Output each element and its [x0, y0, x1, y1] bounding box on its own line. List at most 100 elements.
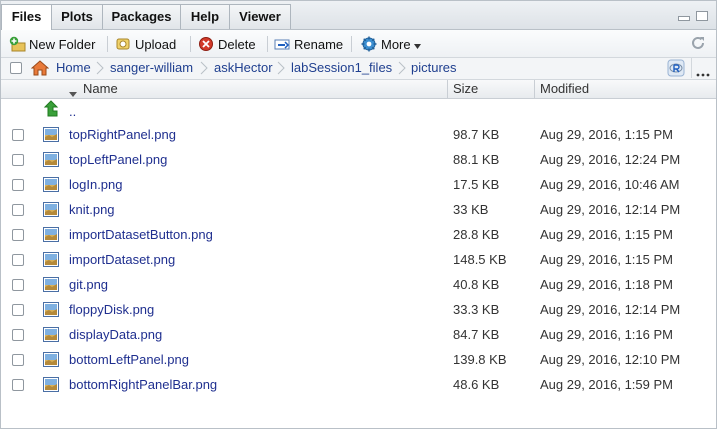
file-row[interactable]: floppyDisk.png 33.3 KB Aug 29, 2016, 12:14… [1, 298, 716, 323]
file-size: 139.8 KB [453, 352, 507, 367]
more-label: More [381, 36, 411, 52]
new-folder-button[interactable]: New Folder [9, 34, 95, 54]
minimize-pane-button[interactable] [678, 16, 690, 21]
breadcrumb-pictures[interactable]: pictures [411, 60, 457, 75]
file-row[interactable]: displayData.png 84.7 KB Aug 29, 2016, 1:16… [1, 323, 716, 348]
file-modified: Aug 29, 2016, 12:14 PM [540, 202, 681, 217]
image-file-icon [43, 127, 59, 142]
file-size: 84.7 KB [453, 327, 500, 342]
file-name-link[interactable]: logIn.png [69, 177, 123, 192]
refresh-icon[interactable] [690, 35, 706, 51]
file-modified: Aug 29, 2016, 1:59 PM [540, 377, 673, 392]
breadcrumb-askhector[interactable]: askHector [214, 60, 273, 75]
tab-packages[interactable]: Packages [102, 4, 181, 29]
column-header-name[interactable]: Name [83, 81, 118, 96]
file-row[interactable]: topLeftPanel.png 88.1 KB Aug 29, 2016, 12:… [1, 148, 716, 173]
file-row[interactable]: bottomLeftPanel.png 139.8 KB Aug 29, 2016,… [1, 348, 716, 373]
tab-help[interactable]: Help [180, 4, 230, 29]
file-checkbox[interactable] [12, 154, 24, 166]
tab-plots[interactable]: Plots [51, 4, 103, 29]
file-name-link[interactable]: importDatasetButton.png [69, 227, 213, 242]
tab-viewer[interactable]: Viewer [229, 4, 291, 29]
r-project-icon[interactable] [667, 59, 685, 80]
parent-directory-row[interactable]: .. [1, 98, 716, 123]
file-size: 28.8 KB [453, 227, 500, 242]
image-file-icon [43, 202, 59, 217]
chevron-down-icon [413, 37, 421, 52]
file-row[interactable]: knit.png 33 KB Aug 29, 2016, 12:14 PM [1, 198, 716, 223]
file-checkbox[interactable] [12, 354, 24, 366]
file-modified: Aug 29, 2016, 1:15 PM [540, 252, 673, 267]
image-file-icon [43, 352, 59, 367]
more-menu-button[interactable]: More [361, 34, 421, 54]
file-name-link[interactable]: knit.png [69, 202, 115, 217]
select-all-checkbox[interactable] [10, 62, 22, 74]
delete-button[interactable]: Delete [198, 34, 256, 54]
file-row[interactable]: git.png 40.8 KB Aug 29, 2016, 1:18 PM [1, 273, 716, 298]
file-checkbox[interactable] [12, 229, 24, 241]
file-row[interactable]: logIn.png 17.5 KB Aug 29, 2016, 10:46 AM [1, 173, 716, 198]
file-size: 33 KB [453, 202, 489, 217]
file-modified: Aug 29, 2016, 12:14 PM [540, 302, 681, 317]
file-checkbox[interactable] [12, 179, 24, 191]
file-size: 17.5 KB [453, 177, 500, 192]
image-file-icon [43, 302, 59, 317]
chevron-right-icon [200, 61, 208, 75]
file-checkbox[interactable] [12, 329, 24, 341]
file-size: 40.8 KB [453, 277, 500, 292]
file-checkbox[interactable] [12, 279, 24, 291]
new-folder-label: New Folder [29, 36, 96, 52]
image-file-icon [43, 377, 59, 392]
file-modified: Aug 29, 2016, 10:46 AM [540, 177, 680, 192]
file-name-link[interactable]: topRightPanel.png [69, 127, 176, 142]
column-divider [534, 80, 535, 98]
file-checkbox[interactable] [12, 254, 24, 266]
maximize-pane-button[interactable] [696, 11, 708, 21]
file-row[interactable]: importDataset.png 148.5 KB Aug 29, 2016, 1… [1, 248, 716, 273]
file-checkbox[interactable] [12, 304, 24, 316]
upload-button[interactable]: Upload [115, 34, 176, 54]
new-folder-icon [9, 36, 26, 52]
file-name-link[interactable]: topLeftPanel.png [69, 152, 167, 167]
file-row[interactable]: importDatasetButton.png 28.8 KB Aug 29, 20… [1, 223, 716, 248]
file-name-link[interactable]: importDataset.png [69, 252, 175, 267]
file-name-link[interactable]: bottomLeftPanel.png [69, 352, 189, 367]
file-name-link[interactable]: bottomRightPanelBar.png [69, 377, 217, 392]
rename-button[interactable]: Rename [274, 34, 343, 54]
file-checkbox[interactable] [12, 129, 24, 141]
tab-files[interactable]: Files [1, 4, 52, 30]
toolbar-divider [267, 36, 268, 52]
more-options-icon[interactable] [696, 65, 710, 80]
rename-label: Rename [294, 36, 344, 52]
file-row[interactable]: topRightPanel.png 98.7 KB Aug 29, 2016, 1:… [1, 123, 716, 148]
file-modified: Aug 29, 2016, 12:10 PM [540, 352, 681, 367]
file-name-link[interactable]: git.png [69, 277, 108, 292]
file-checkbox[interactable] [12, 379, 24, 391]
file-name-link[interactable]: displayData.png [69, 327, 162, 342]
file-modified: Aug 29, 2016, 1:16 PM [540, 327, 673, 342]
image-file-icon [43, 177, 59, 192]
gear-icon [361, 36, 377, 52]
parent-directory-link[interactable]: .. [69, 104, 76, 119]
column-header-modified[interactable]: Modified [540, 81, 589, 96]
files-pane: Files Plots Packages Help Viewer New Fol… [0, 0, 717, 429]
file-size: 148.5 KB [453, 252, 507, 267]
breadcrumb-home[interactable]: Home [56, 60, 91, 75]
file-row[interactable]: bottomRightPanelBar.png 48.6 KB Aug 29, 20… [1, 373, 716, 398]
rename-icon [274, 36, 290, 52]
toolbar-divider [190, 36, 191, 52]
column-header-size[interactable]: Size [453, 81, 478, 96]
toolbar-divider [107, 36, 108, 52]
toolbar-divider [351, 36, 352, 52]
image-file-icon [43, 252, 59, 267]
file-name-link[interactable]: floppyDisk.png [69, 302, 154, 317]
column-divider [447, 80, 448, 98]
image-file-icon [43, 152, 59, 167]
home-icon[interactable] [30, 60, 50, 79]
file-size: 33.3 KB [453, 302, 500, 317]
chevron-right-icon [277, 61, 285, 75]
file-checkbox[interactable] [12, 204, 24, 216]
breadcrumb-labsession1-files[interactable]: labSession1_files [291, 60, 392, 75]
file-size: 98.7 KB [453, 127, 500, 142]
breadcrumb-sanger-william[interactable]: sanger-william [110, 60, 193, 75]
